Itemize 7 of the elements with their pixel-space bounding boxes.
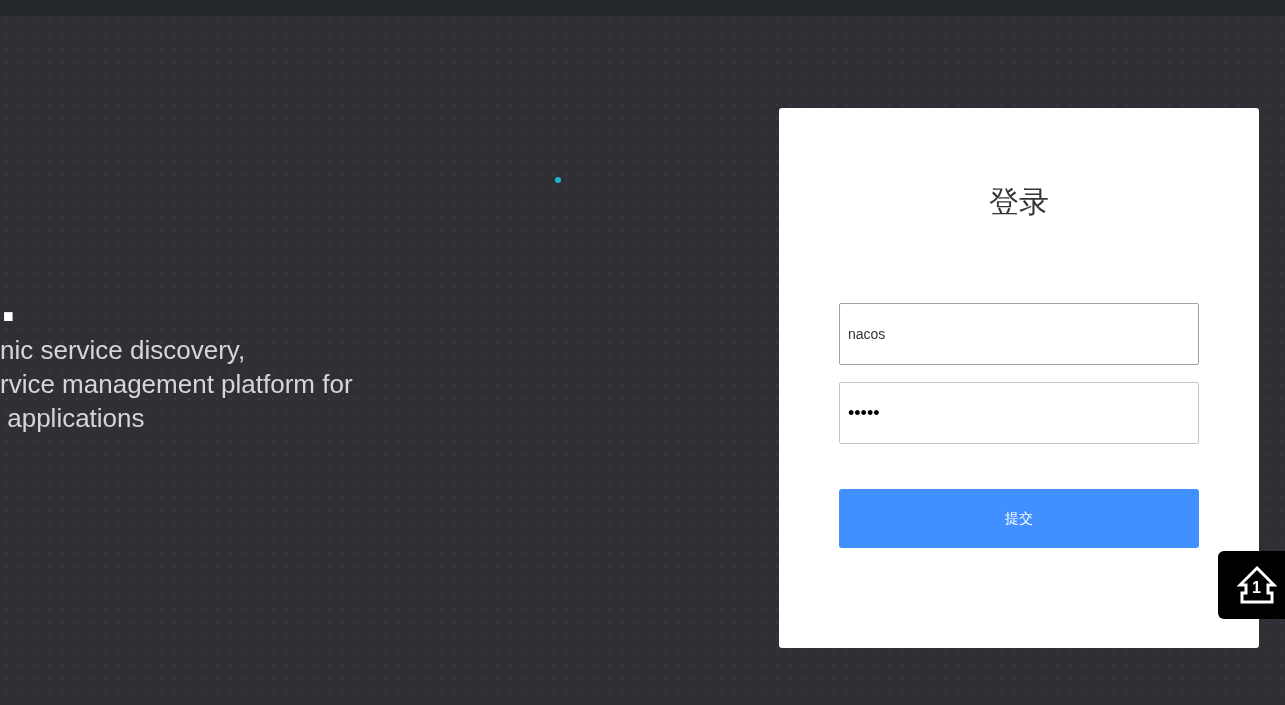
hero-title: . [0, 271, 17, 331]
username-field[interactable]: nacos [839, 303, 1199, 365]
password-field[interactable]: ••••• [839, 382, 1199, 444]
up-arrow-icon [1236, 565, 1277, 605]
float-button[interactable]: 1 [1218, 551, 1285, 619]
login-title: 登录 [989, 184, 1049, 220]
hero-description: nic service discovery, rvice management platform for applications [0, 334, 353, 435]
